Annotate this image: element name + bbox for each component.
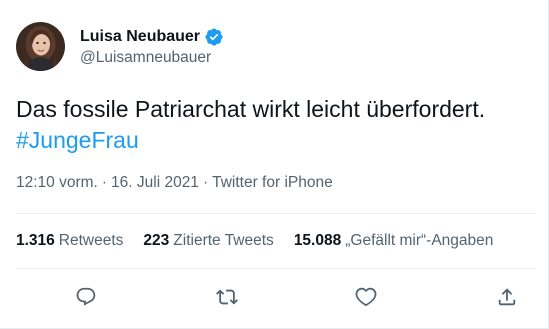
hashtag-link[interactable]: #JungeFrau — [16, 125, 536, 156]
quotes-stat[interactable]: 223 Zitierte Tweets — [143, 232, 273, 250]
tweet-actions — [16, 280, 536, 314]
tweet-time[interactable]: 12:10 vorm. — [16, 174, 98, 191]
divider-top — [16, 213, 536, 214]
share-button[interactable] — [490, 280, 524, 314]
tweet-card: Luisa Neubauer @Luisamneubauer Das fossi… — [0, 0, 549, 329]
tweet-date[interactable]: 16. Juli 2021 — [111, 174, 199, 191]
meta-separator: · — [101, 174, 108, 191]
user-handle[interactable]: @Luisamneubauer — [80, 49, 224, 67]
user-names: Luisa Neubauer @Luisamneubauer — [80, 26, 224, 67]
avatar[interactable] — [16, 22, 65, 71]
retweets-stat[interactable]: 1.316 Retweets — [16, 232, 123, 250]
like-button[interactable] — [349, 280, 383, 314]
reply-button[interactable] — [69, 280, 103, 314]
tweet-meta: 12:10 vorm. · 16. Juli 2021 · Twitter for iP… — [16, 174, 333, 192]
tweet-header: Luisa Neubauer @Luisamneubauer — [16, 22, 224, 71]
likes-label: „Gefällt mir“-Angaben — [345, 232, 494, 249]
meta-separator: · — [202, 174, 209, 191]
quotes-count: 223 — [143, 232, 170, 249]
profile-photo-icon — [16, 22, 65, 71]
like-icon — [355, 287, 377, 307]
retweet-button[interactable] — [210, 280, 244, 314]
display-name[interactable]: Luisa Neubauer — [80, 28, 200, 46]
retweets-count: 1.316 — [16, 232, 55, 249]
divider-bottom — [16, 268, 536, 269]
verified-badge-icon — [204, 27, 224, 47]
tweet-source[interactable]: Twitter for iPhone — [212, 174, 333, 191]
likes-stat[interactable]: 15.088 „Gefällt mir“-Angaben — [294, 232, 494, 250]
likes-count: 15.088 — [293, 232, 342, 249]
name-row: Luisa Neubauer — [80, 26, 224, 48]
retweet-icon — [216, 289, 238, 305]
share-icon — [498, 288, 516, 306]
tweet-text: Das fossile Patriarchat wirkt leicht übe… — [16, 96, 486, 122]
quotes-label: Zitierte Tweets — [173, 232, 274, 249]
tweet-body: Das fossile Patriarchat wirkt leicht übe… — [16, 94, 536, 156]
retweets-label: Retweets — [58, 232, 124, 249]
reply-icon — [76, 287, 96, 306]
tweet-stats: 1.316 Retweets 223 Zitierte Tweets 15.08… — [16, 232, 513, 250]
